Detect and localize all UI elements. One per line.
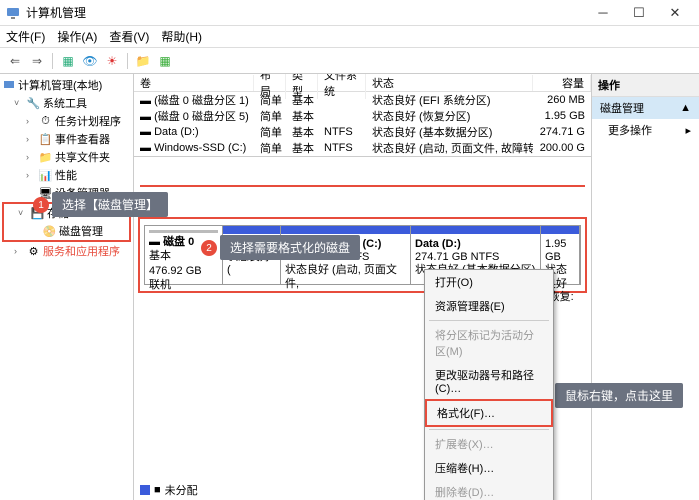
menu-help[interactable]: 帮助(H) — [161, 28, 202, 45]
badge-1: 1 — [33, 197, 49, 213]
tree-services[interactable]: ›⚙服务和应用程序 — [0, 242, 133, 260]
ctx-delete: 删除卷(D)… — [425, 480, 553, 500]
ctx-mark-active: 将分区标记为活动分区(M) — [425, 323, 553, 363]
ctx-explorer[interactable]: 资源管理器(E) — [425, 294, 553, 318]
ctx-shrink[interactable]: 压缩卷(H)… — [425, 456, 553, 480]
ctx-open[interactable]: 打开(O) — [425, 270, 553, 294]
minimize-button[interactable]: ─ — [585, 2, 621, 24]
callout-3: 鼠标右键，点击这里 — [555, 383, 683, 408]
tree-event-viewer[interactable]: ›📋事件查看器 — [0, 130, 133, 148]
triangle-icon: ▲ — [680, 102, 691, 114]
toolbar-icon-3[interactable]: ▦ — [156, 52, 174, 70]
toolbar: ⇐ ⇒ ▦ 👁 ☀ 📁 ▦ — [0, 48, 699, 74]
help-button[interactable]: ☀ — [103, 52, 121, 70]
legend: ■ 未分配 — [140, 482, 198, 498]
callout-2: 选择需要格式化的磁盘 — [220, 235, 360, 260]
tree-shared-folders[interactable]: ›📁共享文件夹 — [0, 148, 133, 166]
refresh-button[interactable]: 👁 — [81, 52, 99, 70]
tree-task-scheduler[interactable]: ›⏱任务计划程序 — [0, 112, 133, 130]
callout-1: 选择【磁盘管理】 — [52, 192, 168, 217]
volume-row[interactable]: ▬ (磁盘 0 磁盘分区 5)简单基本状态良好 (恢复分区)1.95 GB — [134, 108, 591, 124]
window-title: 计算机管理 — [26, 4, 585, 21]
tree-system-tools[interactable]: ˅🔧系统工具 — [0, 94, 133, 112]
tree-disk-management[interactable]: 📀磁盘管理 — [4, 222, 129, 240]
menu-action[interactable]: 操作(A) — [57, 28, 97, 45]
col-fs[interactable]: 文件系统 — [318, 74, 366, 99]
ctx-extend: 扩展卷(X)… — [425, 432, 553, 456]
context-menu: 打开(O) 资源管理器(E) 将分区标记为活动分区(M) 更改驱动器号和路径(C… — [424, 269, 554, 500]
badge-2: 2 — [201, 240, 217, 256]
actions-panel: 操作 磁盘管理▲ 更多操作▸ — [591, 74, 699, 500]
volume-header: 卷 布局 类型 文件系统 状态 容量 — [134, 74, 591, 92]
volume-list: 卷 布局 类型 文件系统 状态 容量 ▬ (磁盘 0 磁盘分区 1)简单基本状态… — [134, 74, 591, 157]
tree-performance[interactable]: ›📊性能 — [0, 166, 133, 184]
app-icon — [6, 6, 20, 20]
forward-button[interactable]: ⇒ — [28, 52, 46, 70]
menubar: 文件(F) 操作(A) 查看(V) 帮助(H) — [0, 26, 699, 48]
toolbar-icon[interactable]: ▦ — [59, 52, 77, 70]
actions-more[interactable]: 更多操作▸ — [592, 119, 699, 141]
actions-header: 操作 — [592, 74, 699, 97]
menu-view[interactable]: 查看(V) — [109, 28, 149, 45]
chevron-right-icon: ▸ — [685, 124, 691, 137]
ctx-format[interactable]: 格式化(F)… — [425, 399, 553, 427]
tree-root[interactable]: 计算机管理(本地) — [0, 76, 133, 94]
volume-row[interactable]: ▬ Data (D:)简单基本NTFS状态良好 (基本数据分区)274.71 G — [134, 124, 591, 140]
col-volume[interactable]: 卷 — [134, 75, 254, 91]
maximize-button[interactable]: ☐ — [621, 2, 657, 24]
menu-file[interactable]: 文件(F) — [6, 28, 45, 45]
titlebar: 计算机管理 ─ ☐ ✕ — [0, 0, 699, 26]
nav-tree: 计算机管理(本地) ˅🔧系统工具 ›⏱任务计划程序 ›📋事件查看器 ›📁共享文件… — [0, 74, 134, 500]
ctx-change-drive[interactable]: 更改驱动器号和路径(C)… — [425, 363, 553, 399]
actions-diskmgmt[interactable]: 磁盘管理▲ — [592, 97, 699, 119]
toolbar-icon-2[interactable]: 📁 — [134, 52, 152, 70]
close-button[interactable]: ✕ — [657, 2, 693, 24]
volume-row[interactable]: ▬ Windows-SSD (C:)简单基本NTFS状态良好 (启动, 页面文件… — [134, 140, 591, 156]
col-status[interactable]: 状态 — [366, 75, 533, 91]
col-capacity[interactable]: 容量 — [533, 75, 591, 91]
back-button[interactable]: ⇐ — [6, 52, 24, 70]
